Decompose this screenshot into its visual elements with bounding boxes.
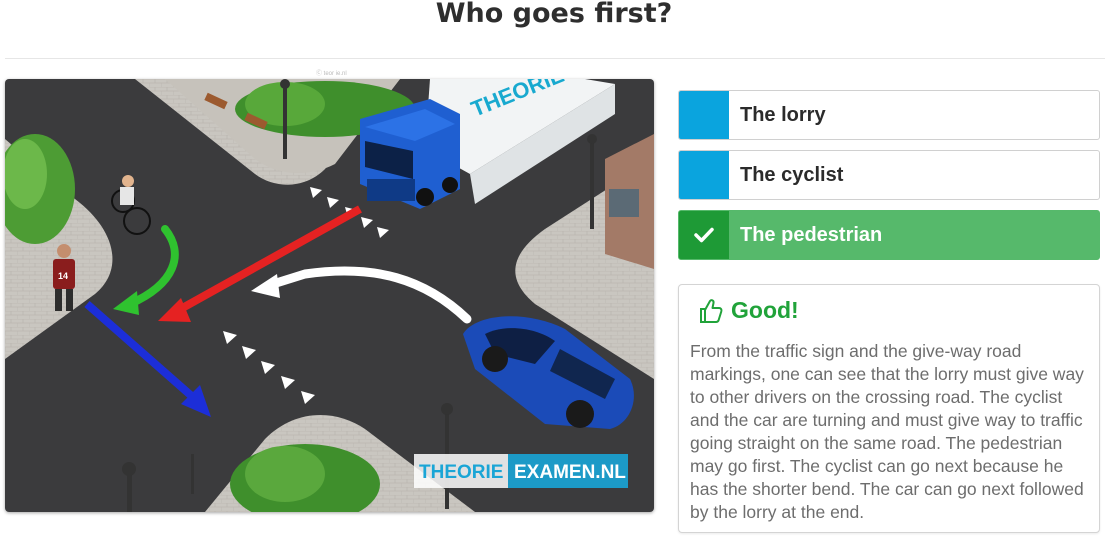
feedback-panel: Good! From the traffic sign and the give… [678,284,1100,533]
feedback-title: Good! [731,297,799,323]
thumbs-up-icon [700,298,723,323]
answer-option-pedestrian[interactable]: The pedestrian [678,210,1100,260]
header-divider [5,58,1105,59]
feedback-explanation: From the traffic sign and the give-way r… [690,341,1084,522]
watermark-right-text: EXAMEN.NL [514,462,626,483]
image-copyright: Ⓒ teor ie.nl [316,71,347,77]
answer-marker [679,211,729,259]
check-icon [694,227,714,243]
answer-marker [679,91,729,139]
watermark: THEORIE EXAMEN.NL [414,454,628,488]
answer-marker [679,151,729,199]
watermark-left-text: THEORIE [419,462,503,483]
answer-option-cyclist[interactable]: The cyclist [678,150,1100,200]
traffic-scene-image: THEORIE 14 THEORIE EXAMEN.NL [5,79,654,512]
pedestrian-shirt-number: 14 [58,271,68,281]
answer-label: The cyclist [740,163,844,186]
answer-label: The pedestrian [740,223,883,246]
answer-option-lorry[interactable]: The lorry [678,90,1100,140]
answer-label: The lorry [740,103,826,126]
page-title: Who goes first? [435,0,673,29]
